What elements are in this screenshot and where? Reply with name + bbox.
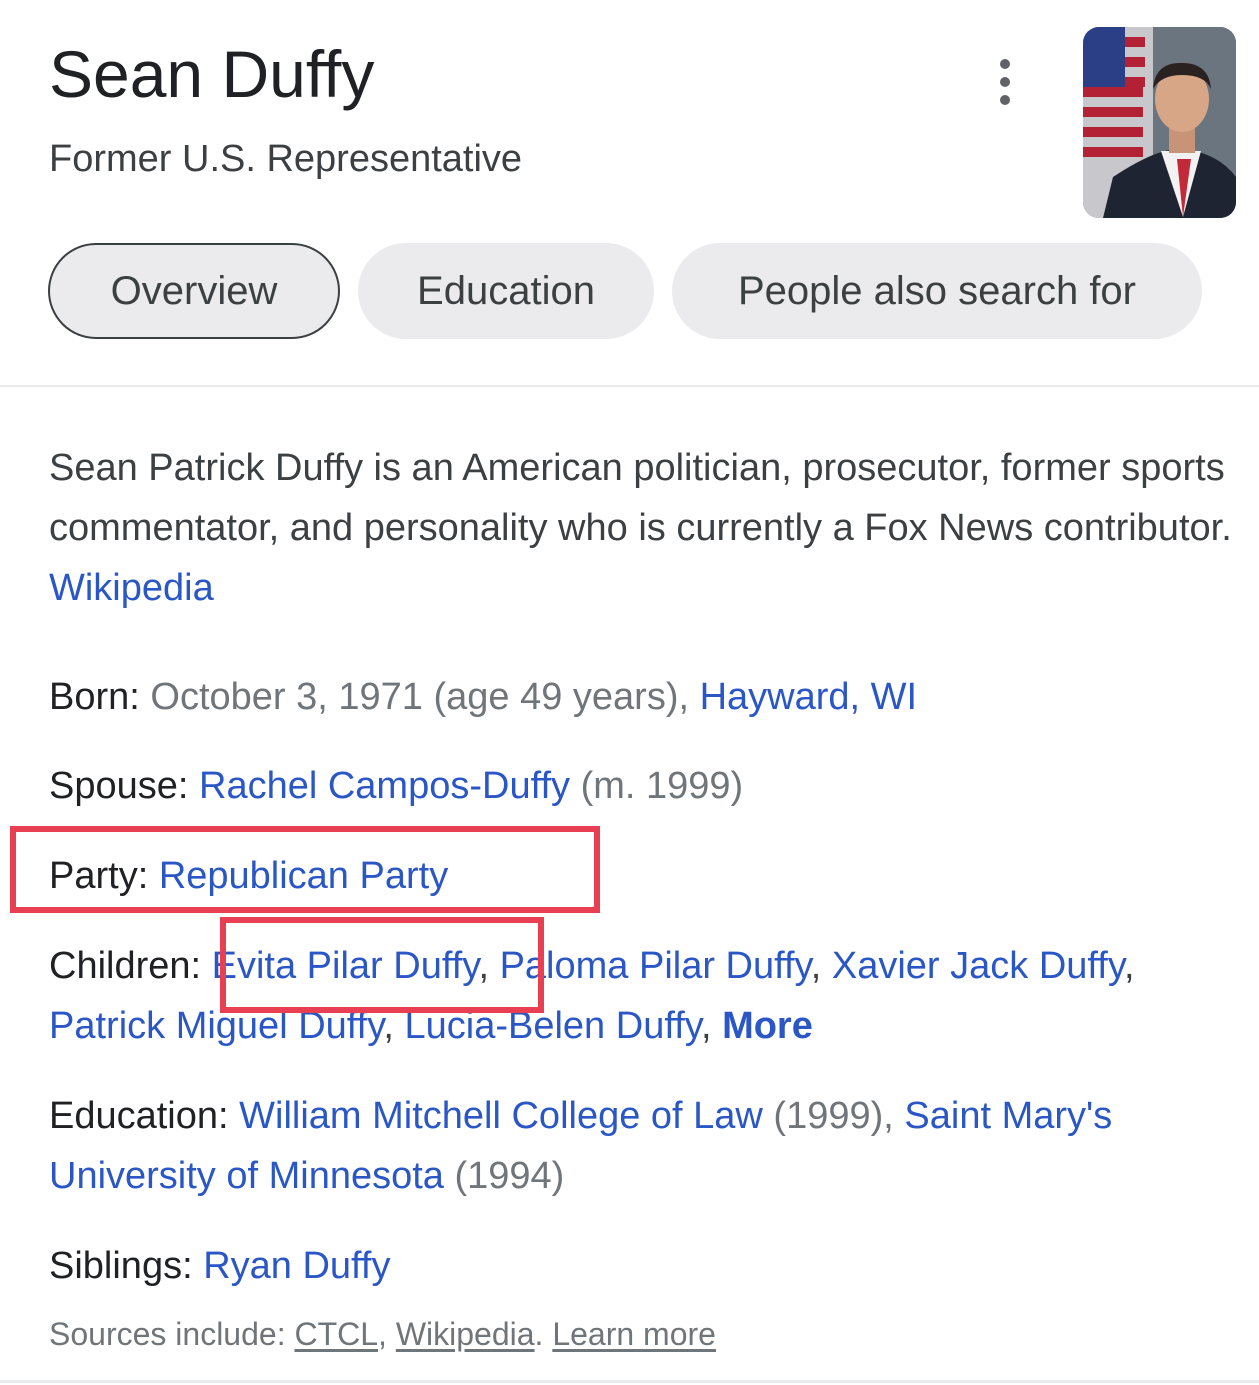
born-date: October 3, 1971 (age 49 years), [139, 676, 700, 718]
fact-spouse: Spouse: Rachel Campos-Duffy (m. 1999) [49, 756, 1249, 816]
description: Sean Patrick Duffy is an American politi… [49, 438, 1249, 618]
school-year: (1994) [443, 1155, 565, 1197]
learn-more-link[interactable]: Learn more [552, 1316, 716, 1352]
school-link[interactable]: William Mitchell College of Law [239, 1095, 763, 1137]
spouse-link[interactable]: Rachel Campos-Duffy [199, 765, 570, 807]
siblings-label: Siblings: [49, 1245, 193, 1287]
education-label: Education: [49, 1095, 229, 1137]
fact-education: Education: William Mitchell College of L… [49, 1086, 1249, 1206]
spouse-label: Spouse: [49, 765, 189, 807]
sources-prefix: Sources include: [49, 1316, 295, 1352]
tab-education[interactable]: Education [358, 243, 654, 339]
description-text: Sean Patrick Duffy is an American politi… [49, 447, 1232, 549]
born-label: Born: [49, 676, 140, 718]
wikipedia-link[interactable]: Wikipedia [49, 567, 214, 609]
profile-photo[interactable] [1083, 27, 1236, 218]
spouse-note: (m. 1999) [570, 765, 744, 807]
source-link-ctcl[interactable]: CTCL [294, 1316, 378, 1352]
born-place-link[interactable]: Hayward, WI [700, 676, 917, 718]
school-year: (1999), [762, 1095, 905, 1137]
child-link[interactable]: Xavier Jack Duffy [832, 945, 1124, 987]
tab-overview[interactable]: Overview [48, 243, 340, 339]
sources-line: Sources include: CTCL, Wikipedia. Learn … [49, 1316, 716, 1352]
tab-people-also-search-for[interactable]: People also search for [672, 243, 1202, 339]
divider [0, 1380, 1259, 1383]
more-vert-icon[interactable] [981, 56, 1029, 108]
divider [0, 385, 1259, 387]
highlight-box-party [10, 826, 600, 913]
child-link[interactable]: Paloma Pilar Duffy [500, 945, 811, 987]
children-label: Children: [49, 945, 202, 987]
fact-born: Born: October 3, 1971 (age 49 years), Ha… [49, 667, 1249, 727]
entity-title: Sean Duffy [49, 37, 375, 111]
tab-bar: Overview Education People also search fo… [48, 243, 1202, 339]
fact-siblings: Siblings: Ryan Duffy [49, 1236, 1249, 1296]
children-more-link[interactable]: More [722, 1005, 813, 1047]
source-link-wikipedia[interactable]: Wikipedia [396, 1316, 535, 1352]
entity-subtitle: Former U.S. Representative [49, 138, 523, 180]
sibling-link[interactable]: Ryan Duffy [203, 1245, 390, 1287]
highlight-box-child [220, 917, 544, 1013]
